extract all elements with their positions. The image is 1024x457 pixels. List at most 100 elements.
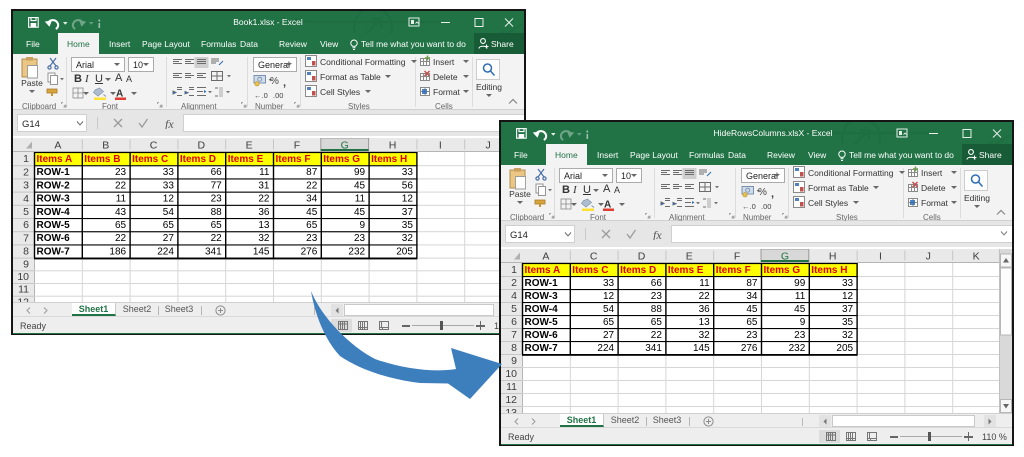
svg-text:←.0: ←.0 (742, 202, 756, 211)
svg-text:32: 32 (842, 330, 854, 341)
svg-text:232: 232 (348, 246, 365, 257)
svg-text:65: 65 (603, 317, 615, 328)
svg-text:11: 11 (795, 291, 806, 302)
svg-text:,: , (771, 188, 774, 200)
svg-text:145: 145 (253, 246, 270, 257)
svg-text:Items A: Items A (525, 265, 561, 276)
svg-text:Items A: Items A (37, 154, 73, 165)
svg-text:99: 99 (354, 167, 366, 178)
svg-text:Items H: Items H (371, 154, 407, 165)
svg-text:341: 341 (645, 343, 662, 354)
svg-text:6: 6 (511, 316, 517, 328)
svg-text:8: 8 (23, 246, 29, 258)
svg-text:27: 27 (603, 330, 615, 341)
svg-text:65: 65 (651, 317, 663, 328)
svg-text:ROW-7: ROW-7 (37, 246, 71, 257)
svg-text:11: 11 (699, 278, 710, 289)
svg-text:1: 1 (23, 153, 29, 165)
svg-text:fx: fx (653, 229, 662, 240)
svg-text:12: 12 (603, 291, 615, 302)
svg-text:22: 22 (699, 291, 711, 302)
svg-text:9: 9 (511, 355, 517, 367)
svg-text:45: 45 (354, 180, 366, 191)
svg-text:12: 12 (842, 291, 854, 302)
svg-text:224: 224 (157, 246, 174, 257)
svg-text:10: 10 (17, 271, 29, 283)
svg-text:4: 4 (511, 290, 517, 302)
svg-text:186: 186 (109, 246, 126, 257)
svg-text:276: 276 (301, 246, 318, 257)
svg-text:145: 145 (693, 343, 710, 354)
svg-text:G: G (341, 140, 349, 152)
svg-text:1: 1 (511, 264, 517, 276)
svg-text:32: 32 (402, 233, 414, 244)
svg-text:54: 54 (163, 207, 175, 218)
svg-text:88: 88 (651, 304, 663, 315)
svg-text:D: D (198, 140, 206, 152)
svg-text:%: % (270, 76, 279, 87)
svg-text:22: 22 (211, 233, 223, 244)
svg-text:33: 33 (842, 278, 854, 289)
svg-text:33: 33 (603, 278, 615, 289)
svg-text:7: 7 (23, 232, 29, 244)
svg-text:32: 32 (258, 233, 270, 244)
svg-text:9: 9 (360, 220, 366, 231)
svg-text:34: 34 (746, 291, 758, 302)
svg-text:Items E: Items E (228, 154, 264, 165)
svg-text:5: 5 (511, 303, 517, 315)
svg-text:2: 2 (511, 277, 517, 289)
svg-text:11: 11 (18, 284, 29, 296)
svg-text:65: 65 (115, 220, 127, 231)
svg-text:99: 99 (794, 278, 806, 289)
svg-text:F: F (734, 251, 740, 263)
svg-text:22: 22 (258, 194, 270, 205)
svg-text:fx: fx (165, 118, 174, 129)
svg-text:232: 232 (789, 343, 806, 354)
svg-text:37: 37 (842, 304, 854, 315)
svg-text:Items D: Items D (180, 154, 216, 165)
svg-text:66: 66 (651, 278, 663, 289)
svg-text:Items B: Items B (84, 154, 120, 165)
svg-text:4: 4 (23, 193, 29, 205)
svg-text:33: 33 (402, 167, 414, 178)
svg-text:.00: .00 (761, 202, 771, 211)
svg-text:Items G: Items G (764, 265, 801, 276)
svg-text:I: I (879, 251, 882, 263)
svg-text:A: A (54, 140, 61, 152)
svg-text:35: 35 (402, 220, 414, 231)
svg-text:65: 65 (746, 317, 758, 328)
svg-text:32: 32 (699, 330, 711, 341)
svg-text:12: 12 (163, 194, 175, 205)
svg-text:,: , (283, 77, 286, 89)
svg-text:←.0: ←.0 (254, 91, 268, 100)
svg-text:ROW-3: ROW-3 (37, 194, 71, 205)
svg-text:11: 11 (259, 167, 270, 178)
svg-text:Items H: Items H (811, 265, 847, 276)
svg-text:224: 224 (597, 343, 614, 354)
svg-text:77: 77 (211, 180, 223, 191)
svg-text:C: C (150, 140, 158, 152)
svg-text:37: 37 (402, 207, 414, 218)
svg-text:56: 56 (402, 180, 414, 191)
svg-text:11: 11 (355, 194, 366, 205)
svg-text:87: 87 (746, 278, 758, 289)
svg-text:Items C: Items C (132, 154, 168, 165)
svg-text:11: 11 (116, 194, 127, 205)
svg-text:ROW-1: ROW-1 (37, 167, 71, 178)
svg-text:45: 45 (794, 304, 806, 315)
svg-text:66: 66 (211, 167, 223, 178)
svg-text:33: 33 (163, 167, 175, 178)
svg-text:A: A (542, 251, 549, 263)
svg-text:6: 6 (23, 219, 29, 231)
svg-text:J: J (485, 140, 490, 152)
svg-text:Items E: Items E (668, 265, 704, 276)
svg-text:9: 9 (23, 258, 29, 270)
svg-text:Items F: Items F (276, 154, 311, 165)
svg-text:Items D: Items D (620, 265, 656, 276)
svg-text:H: H (389, 140, 397, 152)
svg-text:2: 2 (23, 166, 29, 178)
svg-text:D: D (638, 251, 646, 263)
svg-text:22: 22 (651, 330, 663, 341)
svg-text:23: 23 (651, 291, 663, 302)
svg-text:34: 34 (306, 194, 318, 205)
